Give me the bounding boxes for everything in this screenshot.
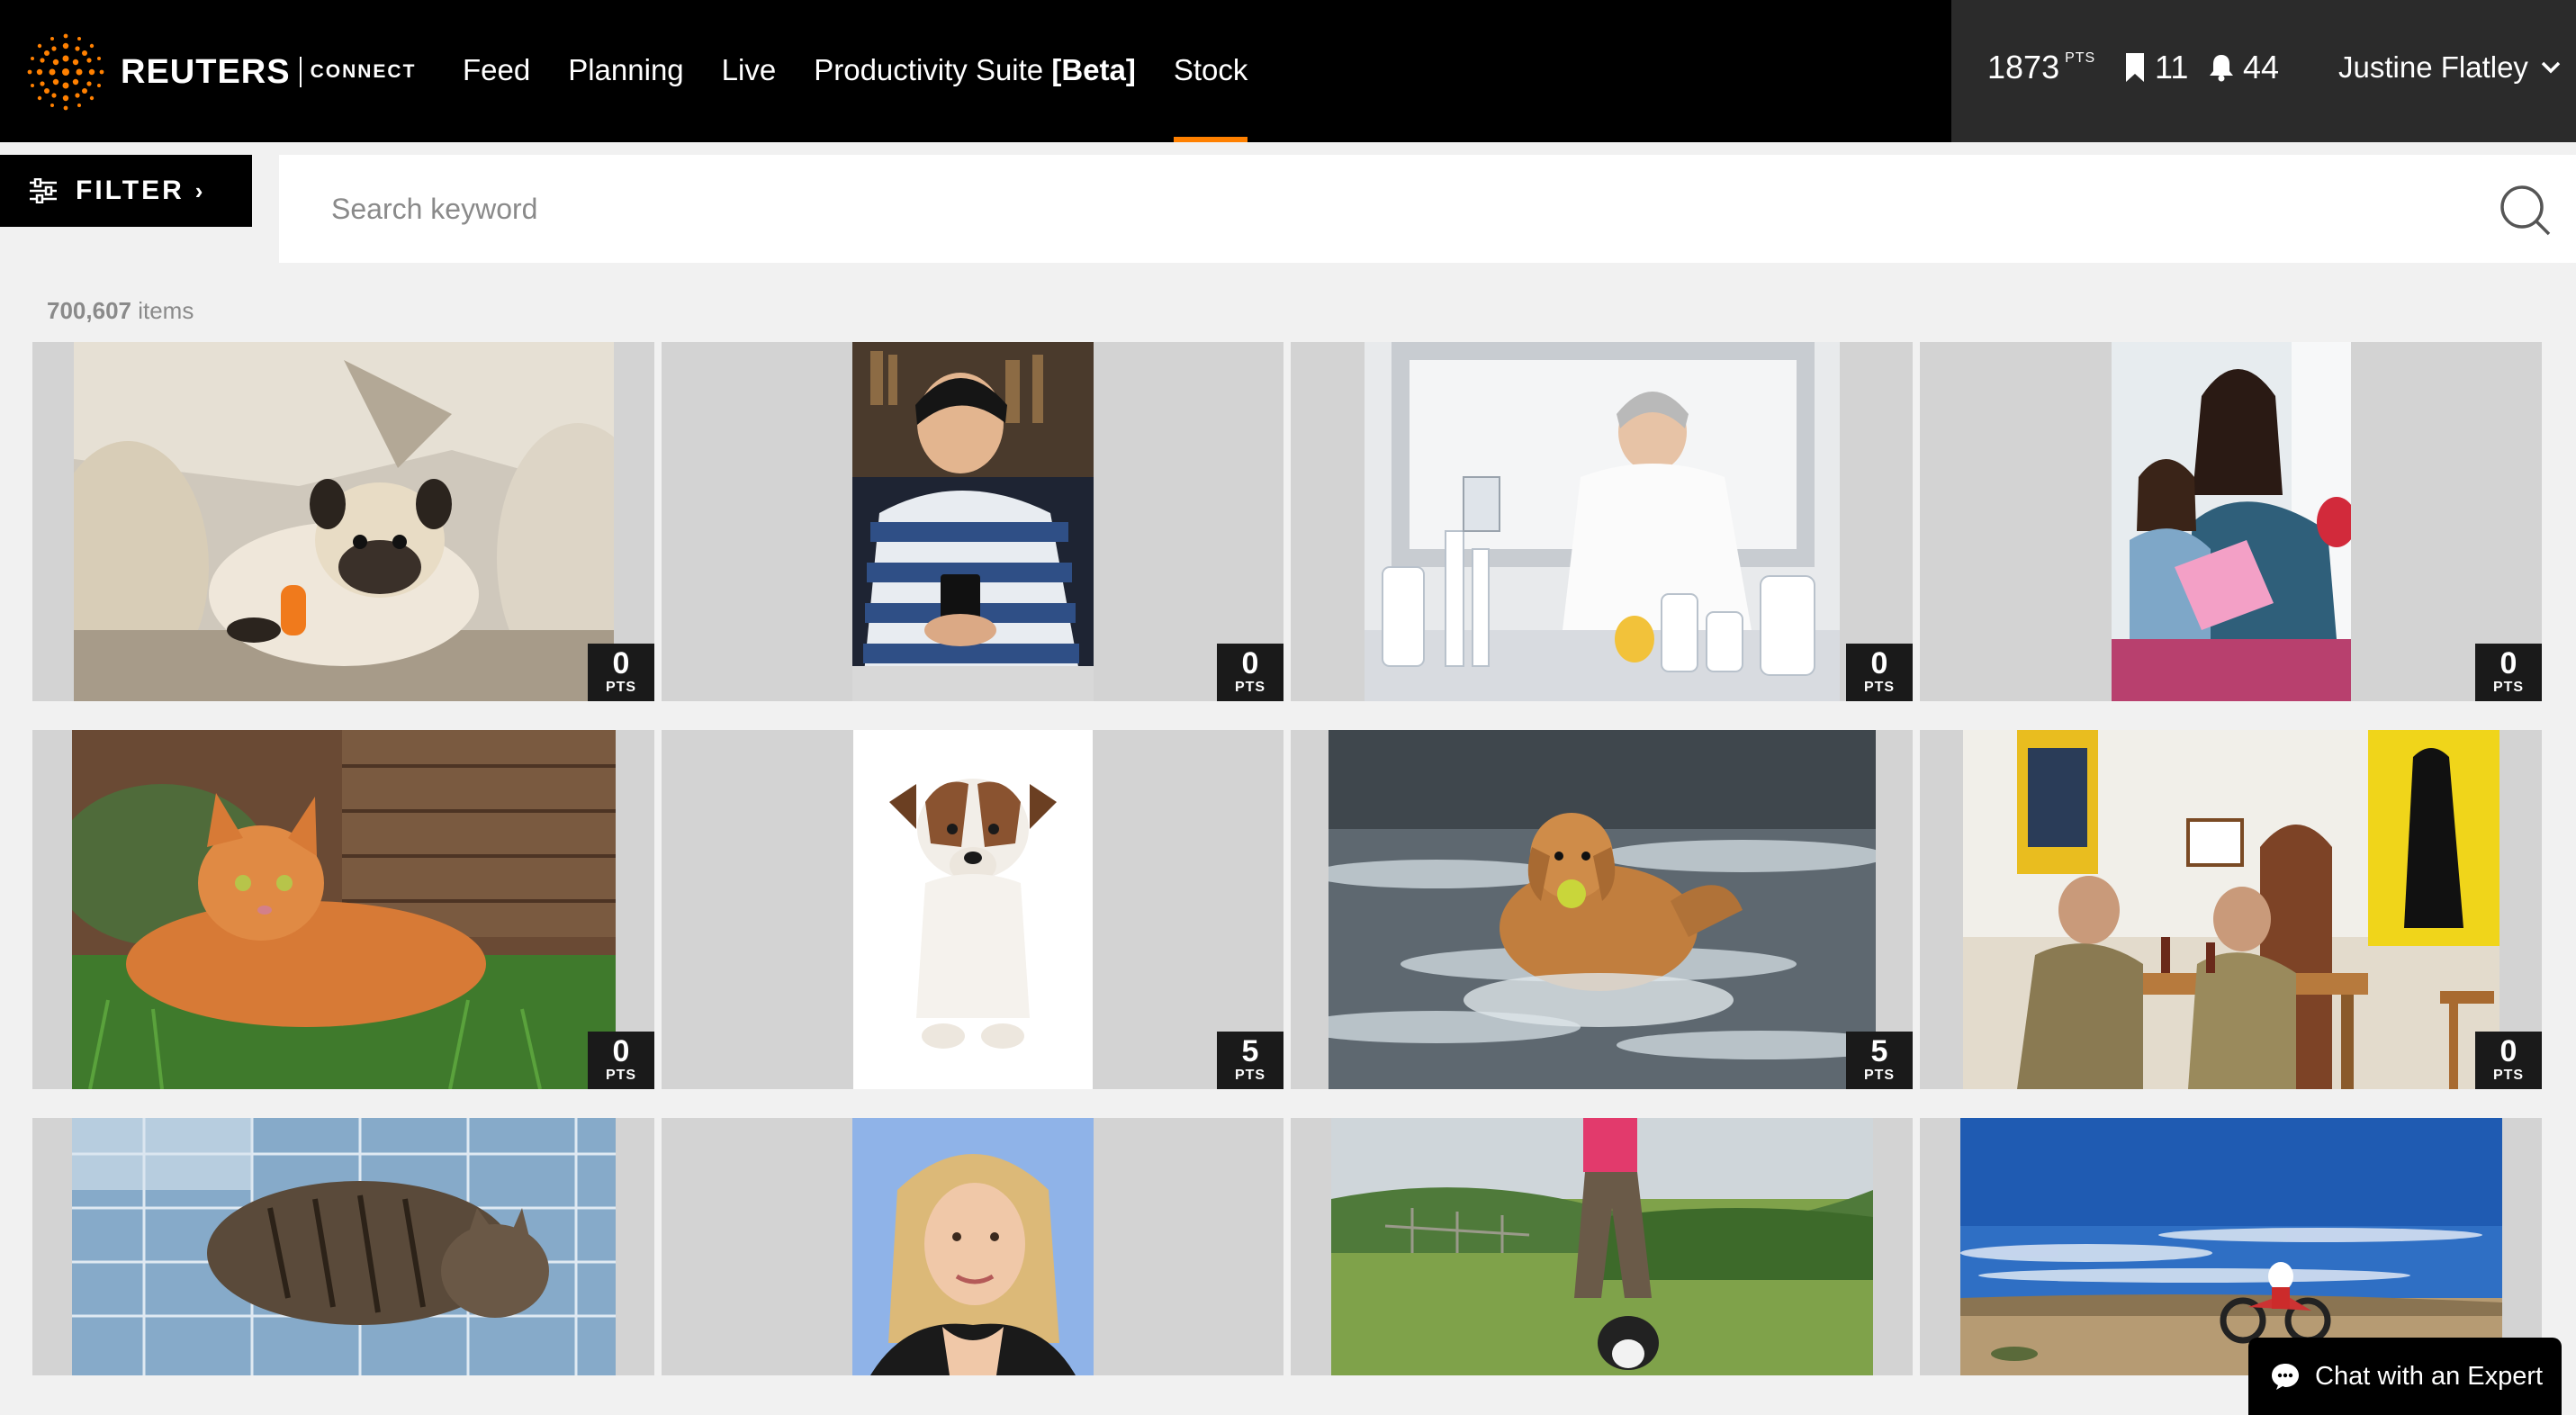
user-panel: 1873 PTS 11 44 Justine Flatley [1951,0,2576,142]
reuters-dots-icon [27,33,104,111]
points-badge: 0 PTS [1217,644,1283,701]
terrier-photo [852,730,1093,1089]
search-icon[interactable] [2499,184,2553,238]
points-badge: 0 PTS [588,644,654,701]
image-tile[interactable]: 5 PTS [1291,730,1913,1089]
result-count-unit: items [138,297,194,324]
sliders-icon [30,178,57,203]
brand-divider [299,57,302,87]
nav-live[interactable]: Live [722,0,777,142]
mother-daughter-reading-photo [2111,342,2351,701]
filter-label: FILTER [76,176,185,205]
chat-label: Chat with an Expert [2315,1361,2544,1391]
bookmark-icon [2126,53,2144,82]
points-badge: 5 PTS [1846,1032,1913,1089]
chevron-down-icon [2541,61,2561,74]
lab-scientist-photo [1364,342,1840,701]
bookmarks-count: 11 [2155,49,2189,86]
nav-planning[interactable]: Planning [568,0,683,142]
result-count-value: 700,607 [47,297,131,324]
points-badge: 0 PTS [2475,644,2542,701]
user-name: Justine Flatley [2338,50,2528,84]
chevron-right-icon: › [194,176,203,204]
bookmarks-button[interactable]: 11 [2124,49,2188,86]
brand-subtitle: CONNECT [310,61,417,82]
points-unit: PTS [2065,50,2096,66]
retriever-water-photo [1328,730,1876,1089]
image-tile[interactable] [1291,1118,1913,1375]
stock-image-grid: 0 PTS 0 PTS 0 PTS 0 PTS 0 PTS 5 PTS 5 PT… [32,342,2544,1375]
blonde-woman-photo [851,1118,1094,1375]
image-tile[interactable]: 0 PTS [1920,730,2542,1089]
teen-phone-photo [851,342,1094,701]
points-badge: 5 PTS [1217,1032,1283,1089]
reuters-connect-logo[interactable]: REUTERS CONNECT [27,27,416,117]
nav-feed[interactable]: Feed [463,0,530,142]
orange-cat-photo [71,730,616,1089]
result-count: 700,607 items [47,297,194,325]
tavern-men-photo [1962,730,2499,1089]
image-tile[interactable]: 0 PTS [1291,342,1913,701]
points-badge: 0 PTS [1846,644,1913,701]
bell-icon [2210,55,2233,82]
top-navigation-bar: REUTERS CONNECT Feed Planning Live Produ… [0,0,2576,142]
image-tile[interactable]: 0 PTS [662,342,1283,701]
brand-name: REUTERS [121,52,291,91]
points-badge: 0 PTS [2475,1032,2542,1089]
search-bar [279,155,2576,263]
main-nav: Feed Planning Live Productivity Suite [B… [463,0,1285,142]
points-badge: 0 PTS [588,1032,654,1089]
beta-tag: [Beta] [1051,53,1136,86]
dog-walk-field-photo [1330,1118,1873,1375]
filter-button[interactable]: FILTER › [0,155,252,227]
search-input[interactable] [331,182,2401,236]
image-tile[interactable]: 5 PTS [662,730,1283,1089]
chat-with-expert-button[interactable]: Chat with an Expert [2248,1338,2562,1415]
image-tile[interactable]: 0 PTS [1920,342,2542,701]
image-tile[interactable] [662,1118,1283,1375]
user-menu[interactable]: Justine Flatley [2338,50,2561,85]
tabby-cat-photo [71,1118,616,1375]
points-balance[interactable]: 1873 PTS [1987,49,2095,86]
nav-productivity-suite[interactable]: Productivity Suite [Beta] [814,0,1136,142]
nav-stock[interactable]: Stock [1173,0,1247,142]
image-tile[interactable]: 0 PTS [32,342,654,701]
image-tile[interactable] [32,1118,654,1375]
notifications-button[interactable]: 44 [2209,49,2279,86]
notifications-count: 44 [2243,49,2280,86]
chat-bubble-icon [2272,1364,2299,1390]
image-tile[interactable]: 0 PTS [32,730,654,1089]
pug-photo [73,342,614,701]
